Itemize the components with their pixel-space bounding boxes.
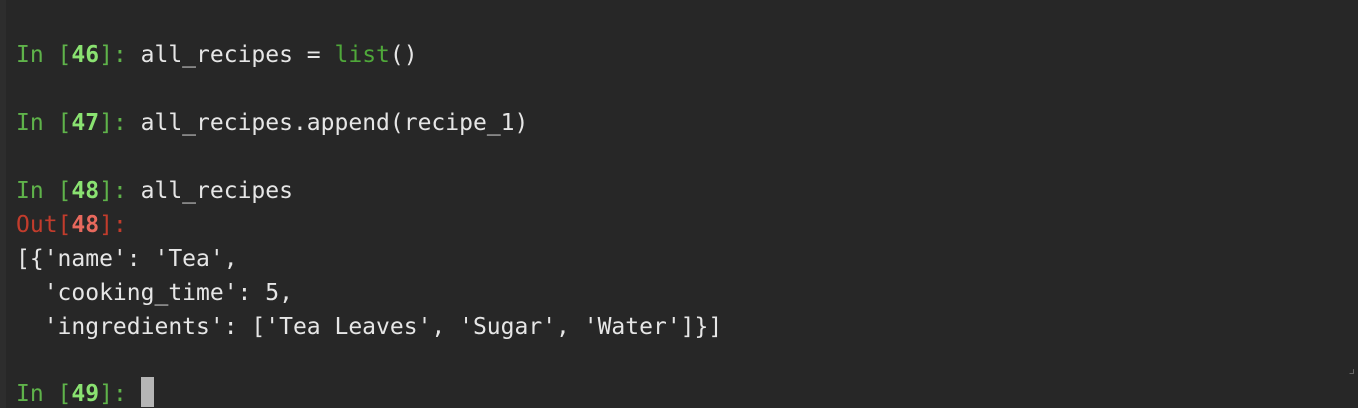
code-text: all_recipes = <box>140 42 335 68</box>
in-prompt-number: 48 <box>71 178 100 204</box>
in-prompt-suffix: ]: <box>99 110 141 136</box>
in-prompt-number: 46 <box>71 42 100 68</box>
in-prompt-prefix: In [ <box>16 110 72 136</box>
output-line: 'cooking_time': 5, <box>16 280 293 306</box>
in-prompt-prefix: In [ <box>16 178 72 204</box>
output-prompt-48: Out[48]: <box>16 208 127 242</box>
in-prompt-prefix: In [ <box>16 42 72 68</box>
in-prompt-suffix: ]: <box>99 42 141 68</box>
resize-handle-icon[interactable]: ⌟ <box>1348 362 1356 376</box>
out-prompt-suffix: ]: <box>99 212 127 238</box>
in-prompt-number: 49 <box>71 381 100 407</box>
builtin-keyword: list <box>334 42 390 68</box>
code-text: all_recipes <box>140 178 293 204</box>
output-line: 'ingredients': ['Tea Leaves', 'Sugar', '… <box>16 314 723 340</box>
input-cell-46: In [46]: all_recipes = list() <box>16 38 418 72</box>
in-prompt-suffix: ]: <box>99 178 141 204</box>
out-prompt-prefix: Out[ <box>16 212 72 238</box>
input-cell-48: In [48]: all_recipes <box>16 174 293 208</box>
code-text: all_recipes.append(recipe_1) <box>140 110 529 136</box>
out-prompt-number: 48 <box>71 212 100 238</box>
ipython-terminal[interactable]: In [46]: all_recipes = list() In [47]: a… <box>0 0 1358 408</box>
in-prompt-suffix: ]: <box>99 381 141 407</box>
text-cursor[interactable] <box>140 377 154 407</box>
window-edge <box>0 0 6 408</box>
input-cell-47: In [47]: all_recipes.append(recipe_1) <box>16 106 528 140</box>
in-prompt-prefix: In [ <box>16 381 72 407</box>
code-text: () <box>389 42 418 68</box>
current-input-prompt[interactable]: In [49]: <box>16 377 154 408</box>
output-line: [{'name': 'Tea', <box>16 246 238 272</box>
in-prompt-number: 47 <box>71 110 100 136</box>
